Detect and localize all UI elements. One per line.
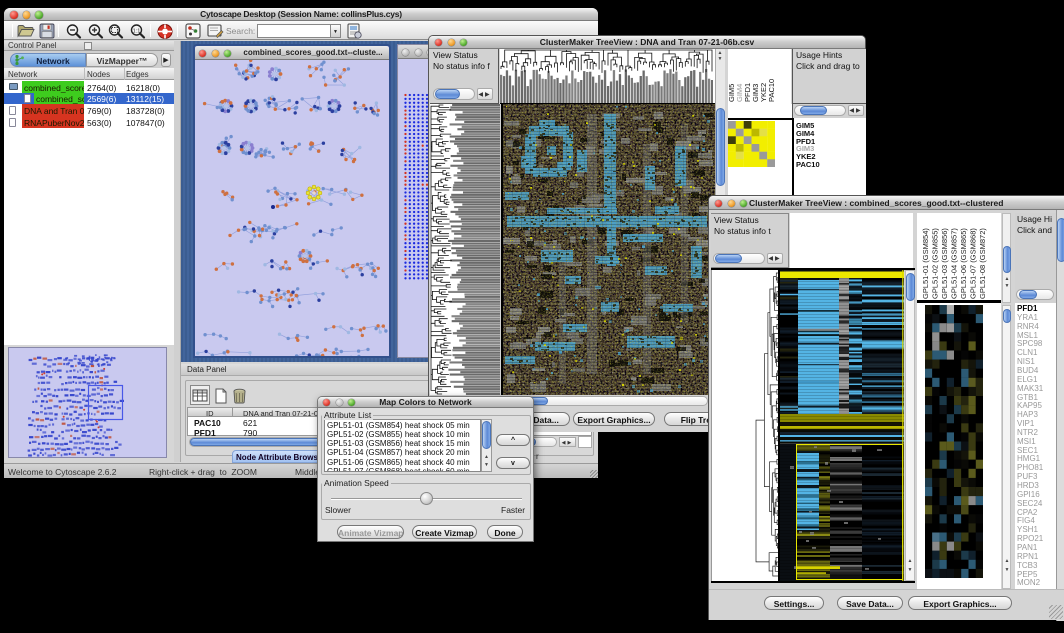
svg-text:GPL51-08 (GSM872): GPL51-08 (GSM872) [978,228,987,299]
svg-text:GPL51-03 (GSM856): GPL51-03 (GSM856) [940,228,949,299]
svg-text:GPL51-02 (GSM855): GPL51-02 (GSM855) [931,228,940,299]
svg-text:GPL51-06 (GSM865): GPL51-06 (GSM865) [959,228,968,299]
svg-text:GPL51-04 (GSM857): GPL51-04 (GSM857) [950,228,959,299]
svg-text:PAC10: PAC10 [767,79,776,102]
svg-text:GPL51-01 (GSM854): GPL51-01 (GSM854) [921,228,930,299]
svg-text:GPL51-07 (GSM868): GPL51-07 (GSM868) [969,228,978,299]
